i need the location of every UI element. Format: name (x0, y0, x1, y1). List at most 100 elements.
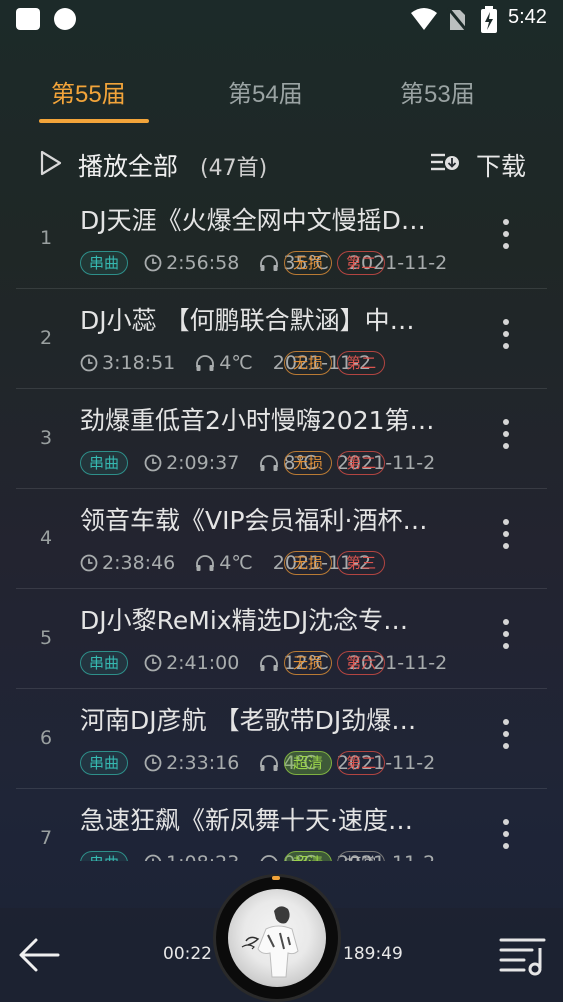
play-all-icon[interactable] (38, 149, 64, 177)
quality-badge: 无损 (284, 251, 333, 275)
track-title[interactable]: DJ小蕊 【何鹏联合默涵】中… (80, 301, 460, 337)
track-row[interactable]: 6 河南DJ彦航 【老歌带DJ劲爆… 串曲 2:33:16 4℃ 2021-11… (16, 689, 547, 789)
quality-badges: 超清 打赏 (284, 851, 386, 861)
track-meta: 串曲 2:56:58 35℃ 2021-11-2 (80, 251, 470, 277)
mix-badge: 串曲 (80, 651, 129, 675)
tab-54[interactable]: 第54届 (228, 74, 303, 109)
track-title[interactable]: DJ天涯《火爆全网中文慢摇D… (80, 201, 460, 237)
mix-badge: 串曲 (80, 451, 129, 475)
more-options-icon[interactable] (500, 619, 512, 655)
track-row[interactable]: 2 DJ小蕊 【何鹏联合默涵】中… 3:18:51 4℃ 2021-11-2 无… (16, 289, 547, 389)
album-art-figure (241, 906, 299, 978)
duration: 2:33:16 (144, 752, 239, 774)
quality-badge: 无损 (284, 451, 333, 475)
track-meta: 串曲 2:09:37 8℃ 2021-11-2 (80, 451, 470, 477)
play-all-button[interactable]: 播放全部 (78, 147, 178, 183)
clock-icon (80, 354, 98, 371)
track-index: 6 (39, 727, 53, 749)
rank-badge: 第六 (337, 651, 386, 675)
clock-icon (80, 554, 98, 571)
mix-badge: 串曲 (80, 251, 129, 275)
duration-value: 2:09:37 (166, 452, 240, 474)
headphones-icon (196, 554, 215, 571)
rank-badge: 第二 (337, 351, 386, 375)
track-list: 1 DJ天涯《火爆全网中文慢摇D… 串曲 2:56:58 35℃ 2021-11… (0, 189, 563, 861)
heat-value: 4℃ (219, 351, 253, 374)
album-art (228, 889, 326, 987)
track-row[interactable]: 1 DJ天涯《火爆全网中文慢摇D… 串曲 2:56:58 35℃ 2021-11… (16, 189, 547, 289)
clock-icon (144, 254, 162, 272)
mix-badge: 串曲 (80, 751, 129, 775)
total-time: 189:49 (343, 944, 403, 964)
rank-badge: 第二 (337, 451, 386, 475)
duration-value: 3:18:51 (102, 351, 176, 374)
more-options-icon[interactable] (500, 319, 512, 355)
more-options-icon[interactable] (500, 419, 512, 455)
track-count: (47首) (200, 156, 268, 181)
clock-icon (144, 754, 162, 772)
clock-icon (144, 454, 162, 472)
duration-value: 2:41:00 (166, 652, 240, 674)
headphones-icon (196, 354, 215, 371)
more-options-icon[interactable] (500, 719, 512, 755)
track-row[interactable]: 5 DJ小黎ReMix精选DJ沈念专… 串曲 2:41:00 12℃ 2021-… (16, 589, 547, 689)
back-arrow-icon[interactable] (16, 936, 62, 974)
clock-icon (144, 654, 162, 672)
download-button[interactable]: 下载 (476, 147, 526, 183)
rank-badge: 第三 (337, 551, 386, 575)
duration: 2:09:37 (144, 452, 239, 474)
more-options-icon[interactable] (500, 519, 512, 555)
heat: 4℃ (195, 351, 253, 374)
download-icon[interactable] (430, 152, 460, 174)
wifi-icon (411, 8, 437, 30)
track-meta: 串曲 2:41:00 12℃ 2021-11-2 (80, 651, 470, 677)
headphones-icon (260, 455, 279, 471)
heat: 4℃ (195, 552, 253, 574)
notification-icon (16, 8, 40, 30)
quality-badge: 无损 (284, 351, 333, 375)
headphones-icon (260, 655, 279, 671)
track-title[interactable]: 河南DJ彦航 【老歌带DJ劲爆… (80, 701, 460, 737)
tab-55[interactable]: 第55届 (51, 74, 126, 109)
track-row[interactable]: 4 领音车载《VIP会员福利·酒杯… 2:38:46 4℃ 2021-11-2 … (16, 489, 547, 589)
track-index: 1 (39, 227, 53, 249)
track-title[interactable]: 劲爆重低音2小时慢嗨2021第… (80, 401, 460, 437)
track-row[interactable]: 7 急速狂飙《新凤舞十天·速度… 串曲 1:08:23 9℃ 2021-11-2… (16, 789, 547, 861)
quality-badge: 无损 (284, 651, 333, 675)
album-disc[interactable] (216, 877, 338, 999)
duration-value: 2:56:58 (166, 252, 240, 274)
duration: 2:56:58 (144, 252, 239, 274)
track-title[interactable]: 急速狂飙《新凤舞十天·速度… (80, 801, 460, 837)
duration: 2:38:46 (80, 552, 175, 574)
current-time: 00:22 (163, 944, 212, 964)
playlist-icon[interactable] (498, 934, 548, 976)
status-time: 5:42 (508, 6, 547, 28)
quality-badge: 无损 (284, 551, 333, 575)
track-index: 7 (39, 827, 53, 849)
reward-badge: 打赏 (337, 851, 386, 861)
battery-charging-icon (481, 6, 497, 33)
mix-badge: 串曲 (80, 851, 129, 861)
more-options-icon[interactable] (500, 819, 512, 855)
progress-marker (272, 876, 280, 880)
duration-value: 2:33:16 (166, 752, 240, 774)
track-index: 5 (39, 627, 53, 649)
no-sim-icon (446, 7, 468, 32)
quality-badges: 无损 第六 (284, 651, 386, 675)
more-options-icon[interactable] (500, 219, 512, 255)
tab-53[interactable]: 第53届 (400, 74, 475, 109)
headphones-icon (260, 255, 279, 271)
track-meta: 2:38:46 4℃ 2021-11-2 (80, 551, 470, 577)
track-meta: 串曲 1:08:23 9℃ 2021-11-2 (80, 851, 470, 861)
track-title[interactable]: 领音车载《VIP会员福利·酒杯… (80, 501, 460, 537)
track-meta: 3:18:51 4℃ 2021-11-2 (80, 351, 470, 377)
clock-icon (144, 854, 162, 861)
duration: 1:08:23 (144, 852, 239, 861)
track-row[interactable]: 3 劲爆重低音2小时慢嗨2021第… 串曲 2:09:37 8℃ 2021-11… (16, 389, 547, 489)
duration: 2:41:00 (144, 652, 239, 674)
rank-badge: 第二 (337, 751, 386, 775)
duration-value: 2:38:46 (102, 551, 176, 574)
quality-badges: 无损 第二 (284, 251, 386, 275)
track-title[interactable]: DJ小黎ReMix精选DJ沈念专… (80, 601, 460, 637)
status-bar: 5:42 (0, 0, 563, 38)
